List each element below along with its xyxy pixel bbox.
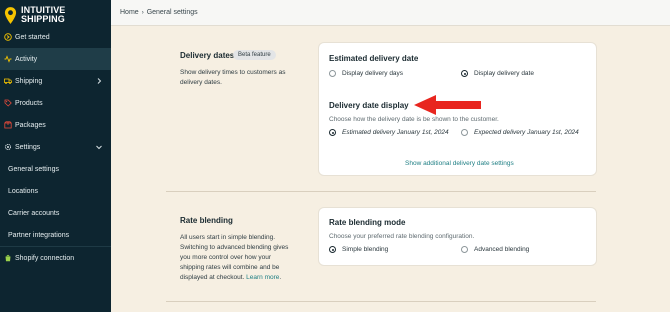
shopify-icon (4, 254, 12, 262)
truck-icon (4, 77, 12, 85)
delivery-section-description: Show delivery times to customers as deli… (180, 69, 286, 86)
radio-button[interactable] (461, 246, 468, 253)
annotation-arrow-icon (414, 95, 481, 115)
sidebar-item-label: Activity (15, 55, 38, 63)
rate-blending-card: Rate blending mode Choose your preferred… (318, 207, 597, 266)
option-label: Estimated delivery January 1st, 2024 (342, 129, 449, 136)
gear-icon (4, 143, 12, 151)
option-display-delivery-days[interactable]: Display delivery days (329, 70, 403, 77)
beta-badge: Beta feature (233, 50, 276, 60)
option-expected-delivery[interactable]: Expected delivery January 1st, 2024 (461, 129, 579, 136)
brand-name: INTUITIVE SHIPPING (21, 6, 65, 24)
rate-blending-mode-title: Rate blending mode (329, 218, 406, 227)
delivery-date-display-help: Choose how the delivery date is be shown… (329, 116, 499, 123)
sidebar-item-label: Partner integrations (8, 231, 70, 239)
location-pin-icon (4, 6, 17, 24)
top-bar: Home › General settings (111, 0, 670, 26)
sidebar-item-packages[interactable]: Packages (0, 114, 111, 136)
option-label: Simple blending (342, 246, 389, 253)
sidebar-item-label: Locations (8, 187, 38, 195)
sidebar-item-activity[interactable]: Activity (0, 48, 111, 70)
sidebar-item-label: Settings (15, 143, 41, 151)
option-advanced-blending[interactable]: Advanced blending (461, 246, 529, 253)
sidebar-item-shopify-connection[interactable]: Shopify connection (0, 247, 111, 269)
learn-more-link[interactable]: Learn more (246, 274, 279, 281)
estimated-delivery-date-title: Estimated delivery date (329, 54, 419, 63)
sidebar-subitem-locations[interactable]: Locations (0, 180, 111, 202)
sidebar-item-label: Products (15, 99, 43, 107)
brand-logo[interactable]: INTUITIVE SHIPPING (4, 4, 65, 26)
learn-more-period: . (279, 274, 282, 281)
option-display-delivery-date[interactable]: Display delivery date (461, 70, 534, 77)
option-label: Display delivery days (342, 70, 404, 77)
option-label: Expected delivery January 1st, 2024 (474, 129, 579, 136)
chevron-down-icon (96, 145, 102, 150)
delivery-date-display-title: Delivery date display (329, 101, 409, 110)
option-estimated-delivery[interactable]: Estimated delivery January 1st, 2024 (329, 129, 449, 136)
breadcrumb-home[interactable]: Home (120, 9, 139, 16)
rate-blending-description: All users start in simple blending. Swit… (180, 233, 292, 283)
breadcrumb-current: General settings (146, 9, 198, 16)
activity-icon (4, 55, 12, 63)
breadcrumb-separator-icon: › (141, 9, 144, 16)
sidebar-item-products[interactable]: Products (0, 92, 111, 114)
tag-icon (4, 99, 12, 107)
box-icon (4, 121, 12, 129)
sidebar: INTUITIVE SHIPPING Get started Activity … (0, 0, 111, 312)
sidebar-item-label: Shipping (15, 77, 43, 85)
section-divider (166, 191, 596, 192)
sidebar-item-label: Get started (15, 33, 50, 41)
sidebar-item-label: General settings (8, 165, 59, 173)
sidebar-subitem-carrier-accounts[interactable]: Carrier accounts (0, 202, 111, 224)
rate-blending-help: Choose your preferred rate blending conf… (329, 233, 475, 240)
delivery-section-title: Delivery dates (180, 51, 235, 60)
brand-line-2: SHIPPING (21, 14, 65, 24)
sidebar-subitem-partner-integrations[interactable]: Partner integrations (0, 224, 111, 246)
rate-blending-section-title: Rate blending (180, 216, 233, 225)
sidebar-item-get-started[interactable]: Get started (0, 26, 111, 48)
chevron-right-icon (97, 78, 102, 84)
option-label: Display delivery date (474, 70, 534, 77)
radio-button[interactable] (461, 129, 468, 136)
radio-button[interactable] (329, 70, 336, 77)
sidebar-item-settings[interactable]: Settings (0, 136, 111, 158)
show-additional-settings-link[interactable]: Show additional delivery date settings (405, 160, 514, 167)
radio-button-selected[interactable] (461, 70, 468, 77)
sidebar-item-label: Shopify connection (15, 254, 75, 262)
radio-button-selected[interactable] (329, 246, 336, 253)
section-divider (166, 301, 596, 302)
breadcrumb: Home › General settings (120, 9, 198, 16)
sidebar-nav: Get started Activity Shipping Products P… (0, 26, 111, 269)
sidebar-item-shipping[interactable]: Shipping (0, 70, 111, 92)
sidebar-subitem-general-settings[interactable]: General settings (0, 158, 111, 180)
arrow-circle-icon (4, 33, 12, 41)
option-simple-blending[interactable]: Simple blending (329, 246, 388, 253)
sidebar-item-label: Carrier accounts (8, 209, 60, 217)
radio-button-selected[interactable] (329, 129, 336, 136)
sidebar-item-label: Packages (15, 121, 46, 129)
option-label: Advanced blending (474, 246, 530, 253)
